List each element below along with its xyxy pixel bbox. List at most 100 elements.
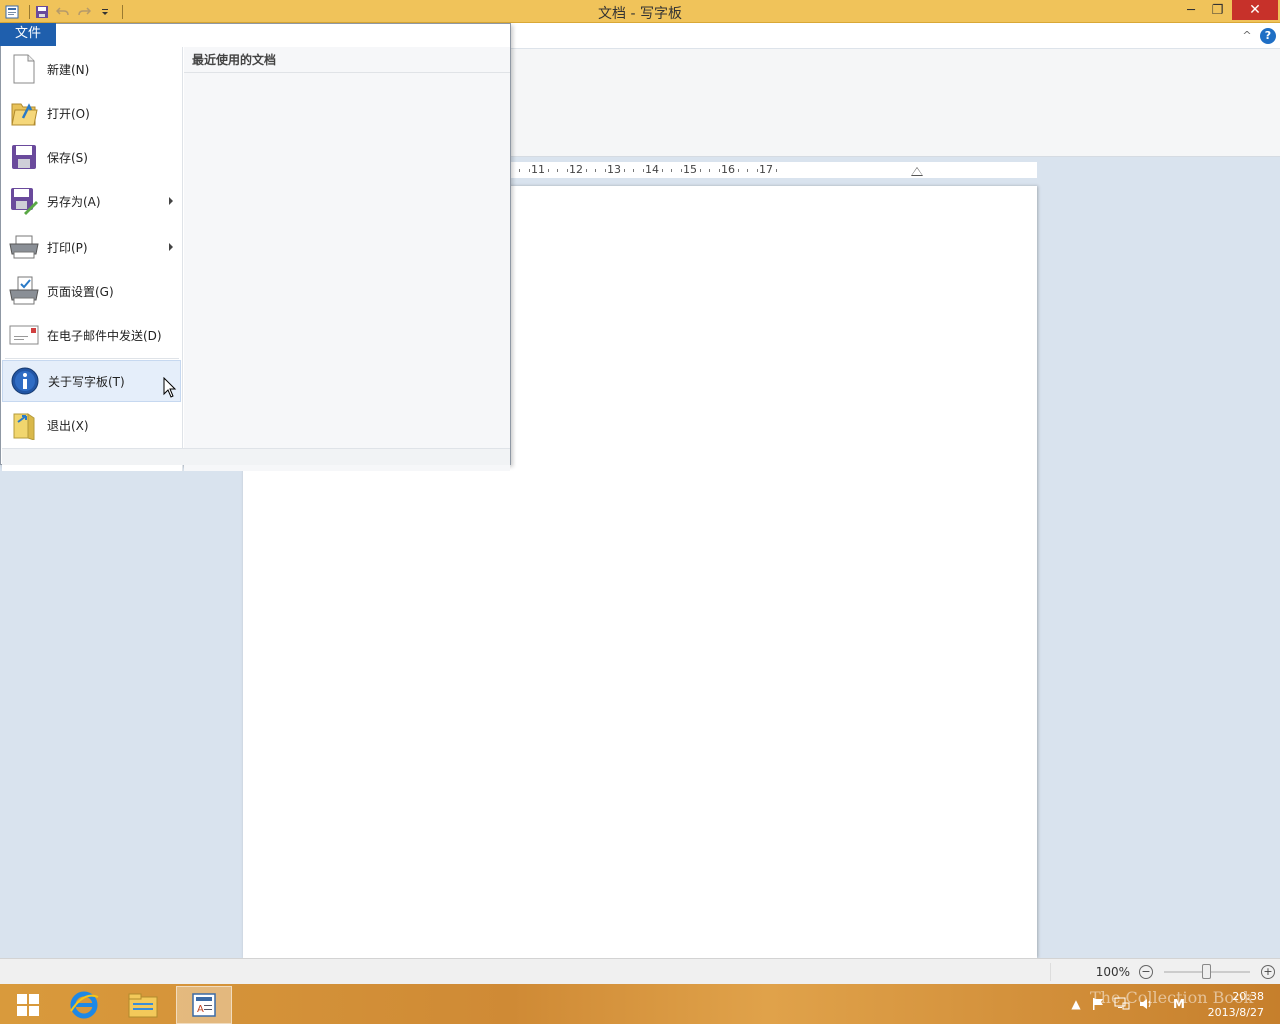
ruler-tick	[566, 169, 568, 172]
taskbar-wordpad[interactable]: A	[176, 986, 232, 1024]
network-icon[interactable]	[1114, 996, 1130, 1012]
menu-item-save[interactable]: 保存(S)	[2, 136, 181, 178]
printer-icon	[8, 231, 40, 263]
recent-documents-header: 最近使用的文档	[184, 47, 510, 73]
menu-item-send-email[interactable]: 在电子邮件中发送(D)	[2, 314, 181, 356]
menu-item-exit[interactable]: 退出(X)	[2, 404, 181, 446]
exit-icon	[8, 409, 40, 441]
input-method-icon[interactable]: M	[1171, 996, 1187, 1012]
ruler-tick	[528, 169, 530, 172]
submenu-arrow-icon	[169, 197, 173, 205]
ruler-tick	[642, 169, 644, 172]
new-document-icon	[8, 53, 40, 85]
help-icon[interactable]: ?	[1260, 28, 1276, 44]
menu-item-label: 新建(N)	[47, 62, 90, 77]
menu-item-label: 另存为(A)	[47, 194, 101, 209]
ruler-tick	[756, 169, 758, 172]
ruler-tick	[671, 169, 672, 172]
ruler-tick	[747, 169, 748, 172]
show-hidden-icons-icon[interactable]: ▲	[1068, 996, 1084, 1012]
menu-item-label: 打开(O)	[47, 106, 90, 121]
ruler-tick	[775, 169, 777, 172]
menu-item-label: 在电子邮件中发送(D)	[47, 328, 162, 343]
mouse-cursor-icon	[163, 377, 177, 398]
info-icon	[9, 365, 41, 397]
zoom-slider-thumb[interactable]	[1202, 964, 1211, 979]
ruler-number: 15	[683, 163, 697, 176]
ruler-number: 11	[531, 163, 545, 176]
ruler-tick	[718, 169, 720, 172]
clock-time[interactable]: 20:38	[1206, 990, 1264, 1003]
ruler-tick	[633, 169, 634, 172]
menu-divider	[5, 358, 179, 359]
save-as-icon	[8, 185, 40, 217]
ruler-right-indent-fill	[912, 168, 922, 175]
ruler-tick	[680, 169, 682, 172]
taskbar-file-explorer[interactable]	[115, 986, 171, 1024]
ruler-tick	[595, 169, 596, 172]
ruler-tick	[623, 169, 625, 172]
quick-access-toolbar	[0, 0, 123, 23]
recent-documents-panel: 最近使用的文档	[184, 47, 510, 471]
title-bar: 文档 - 写字板 ─ ❐ ✕	[0, 0, 1280, 23]
page-setup-icon	[8, 275, 40, 307]
ribbon-collapse-icon[interactable]: ^	[1240, 29, 1254, 43]
zoom-out-button[interactable]: −	[1139, 965, 1153, 979]
ruler-tick	[709, 169, 710, 172]
qat-customize-icon[interactable]	[96, 3, 114, 21]
status-separator	[1050, 963, 1051, 981]
action-center-flag-icon[interactable]	[1090, 996, 1106, 1012]
menu-item-new[interactable]: 新建(N)	[2, 48, 181, 90]
file-menu-tab[interactable]: 文件	[0, 23, 56, 46]
wordpad-app-icon[interactable]	[3, 3, 21, 21]
ruler-tick	[547, 169, 549, 172]
ruler-tick	[519, 169, 520, 172]
taskbar: A The Collection Book ▲ M 20:38 2013/8/2…	[0, 984, 1280, 1024]
ruler-tick	[585, 169, 587, 172]
window-title: 文档 - 写字板	[598, 6, 682, 22]
menu-item-print[interactable]: 打印(P)	[2, 226, 181, 268]
taskbar-internet-explorer[interactable]	[56, 986, 112, 1024]
save-disk-icon	[8, 141, 40, 173]
clock-date[interactable]: 2013/8/27	[1196, 1006, 1264, 1019]
ruler-number: 14	[645, 163, 659, 176]
ruler-tick	[604, 169, 606, 172]
qat-undo-icon[interactable]	[54, 3, 72, 21]
menu-item-label: 关于写字板(T)	[48, 374, 125, 389]
qat-separator	[29, 4, 30, 19]
ruler-number: 12	[569, 163, 583, 176]
menu-item-save-as[interactable]: 另存为(A)	[2, 180, 181, 222]
ruler-tick	[699, 169, 701, 172]
ruler-number: 13	[607, 163, 621, 176]
menu-item-label: 页面设置(G)	[47, 284, 114, 299]
qat-save-icon[interactable]	[33, 3, 51, 21]
ruler-tick	[737, 169, 739, 172]
start-button[interactable]	[0, 986, 56, 1024]
zoom-level: 100%	[1095, 965, 1130, 979]
menu-item-open[interactable]: 打开(O)	[2, 92, 181, 134]
minimize-button[interactable]: ─	[1178, 0, 1204, 20]
qat-redo-icon[interactable]	[75, 3, 93, 21]
menu-item-page-setup[interactable]: 页面设置(G)	[2, 270, 181, 312]
menu-item-label: 退出(X)	[47, 418, 89, 433]
menu-item-label: 打印(P)	[47, 240, 88, 255]
internet-explorer-icon	[70, 991, 99, 1019]
file-menu-footer	[2, 448, 510, 465]
open-folder-icon	[8, 97, 40, 129]
wordpad-icon: A	[192, 993, 216, 1017]
ruler-tick	[661, 169, 663, 172]
menu-item-about[interactable]: 关于写字板(T)	[2, 360, 181, 402]
ruler-tick	[557, 169, 558, 172]
file-explorer-icon	[128, 993, 158, 1018]
restore-button[interactable]: ❐	[1204, 0, 1231, 20]
zoom-in-button[interactable]: +	[1261, 965, 1275, 979]
status-bar: 100% − +	[0, 958, 1280, 984]
file-menu-panel: 最近使用的文档 新建(N) 打开(O) 保存(S) 另存为(A) 打印(P) 页…	[0, 23, 511, 471]
windows-logo-icon	[17, 994, 39, 1016]
ruler-number: 16	[721, 163, 735, 176]
email-envelope-icon	[8, 319, 40, 351]
menu-item-label: 保存(S)	[47, 150, 88, 165]
close-button[interactable]: ✕	[1232, 0, 1278, 20]
ruler-number: 17	[759, 163, 773, 176]
volume-icon[interactable]	[1138, 996, 1154, 1012]
